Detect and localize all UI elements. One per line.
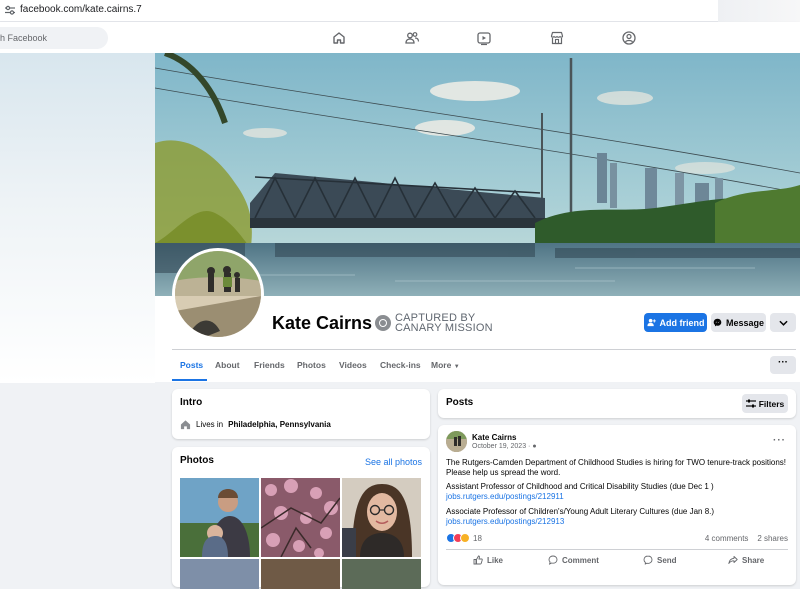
- tab-posts[interactable]: Posts: [180, 360, 203, 370]
- post-text-line: Please help us spread the word.: [446, 468, 561, 477]
- tab-videos[interactable]: Videos: [339, 360, 367, 370]
- watch-icon[interactable]: [476, 30, 492, 46]
- caret-down-icon: ▼: [453, 364, 460, 370]
- house-icon: [180, 420, 191, 430]
- like-button[interactable]: Like: [473, 555, 503, 565]
- comment-button[interactable]: Comment: [548, 555, 599, 565]
- photos-card: Photos See all photos: [172, 447, 430, 589]
- globe-icon: ●: [532, 443, 537, 450]
- photo-thumbnail[interactable]: [261, 559, 340, 589]
- browser-address-bar: facebook.com/kate.cairns.7: [0, 0, 800, 22]
- tab-about[interactable]: About: [215, 360, 240, 370]
- tab-check-ins[interactable]: Check-ins: [380, 360, 421, 370]
- search-input[interactable]: h Facebook: [0, 27, 108, 49]
- active-tab-indicator: [172, 379, 207, 381]
- share-icon: [728, 556, 738, 564]
- url-text[interactable]: facebook.com/kate.cairns.7: [20, 4, 142, 15]
- photo-thumbnail[interactable]: [180, 478, 259, 557]
- tab-photos[interactable]: Photos: [297, 360, 326, 370]
- facebook-top-nav: h Facebook: [0, 22, 800, 53]
- post-link[interactable]: jobs.rutgers.edu/postings/212911: [446, 492, 791, 502]
- cover-photo-image: [155, 53, 800, 296]
- home-icon[interactable]: [331, 30, 347, 46]
- header-divider: [172, 349, 796, 350]
- filters-label: Filters: [758, 398, 785, 409]
- send-label: Send: [657, 555, 677, 565]
- badge-line-2: CANARY MISSION: [395, 322, 493, 334]
- like-label: Like: [487, 555, 504, 565]
- lives-in-city[interactable]: Philadelphia, Pennsylvania: [228, 420, 331, 429]
- photo-thumbnail[interactable]: [342, 478, 421, 557]
- photos-title: Photos: [180, 455, 214, 466]
- photo-thumbnail-image: [180, 478, 259, 557]
- profile-options-button[interactable]: ···: [770, 356, 796, 374]
- tab-more[interactable]: More ▼: [431, 360, 460, 370]
- messenger-icon: [643, 555, 653, 565]
- post-actions-divider: [446, 549, 788, 550]
- cover-photo[interactable]: [155, 53, 800, 296]
- profile-name: Kate Cairns: [272, 313, 373, 333]
- intro-card: Intro Lives in Philadelphia, Pennsylvani…: [172, 389, 430, 439]
- tab-more-label: More: [431, 360, 452, 370]
- add-friend-button[interactable]: Add friend: [644, 313, 707, 332]
- lives-in-row: Lives in Philadelphia, Pennsylvania: [180, 419, 331, 430]
- add-friend-label: Add friend: [659, 317, 705, 328]
- site-settings-icon[interactable]: [4, 4, 16, 16]
- more-dots-icon: ···: [778, 357, 788, 368]
- message-button[interactable]: Message: [711, 313, 766, 332]
- post-options-button[interactable]: ···: [773, 435, 786, 446]
- profile-more-button[interactable]: [770, 313, 796, 332]
- post-author-avatar-image: [446, 431, 467, 452]
- post-date[interactable]: October 19, 2023 · ●: [472, 443, 537, 450]
- photo-thumbnail-image: [261, 478, 340, 557]
- reactions-summary[interactable]: 18: [446, 533, 482, 543]
- marketplace-icon[interactable]: [549, 30, 565, 46]
- post-author-name[interactable]: Kate Cairns: [472, 433, 516, 442]
- thumbs-up-icon: [473, 555, 483, 565]
- photo-thumbnail[interactable]: [342, 559, 421, 589]
- photo-thumbnail[interactable]: [180, 559, 259, 589]
- filter-icon: [745, 399, 756, 408]
- post-text-line: The Rutgers-Camden Department of Childho…: [446, 458, 787, 467]
- shares-count[interactable]: 2 shares: [757, 534, 788, 543]
- lives-in-prefix: Lives in: [196, 420, 224, 429]
- photo-thumbnail-image: [342, 478, 421, 557]
- comment-icon: [548, 555, 558, 565]
- wow-reaction-icon: [460, 533, 470, 543]
- posts-title: Posts: [446, 397, 474, 408]
- comment-label: Comment: [562, 555, 599, 565]
- toolbar-area: [718, 0, 800, 22]
- tab-friends[interactable]: Friends: [254, 360, 285, 370]
- post-card: Kate Cairns October 19, 2023 · ● ··· The…: [438, 425, 796, 585]
- add-person-icon: [646, 318, 656, 327]
- chevron-down-icon: [778, 320, 788, 326]
- post-link[interactable]: jobs.rutgers.edu/postings/212913: [446, 517, 791, 527]
- see-all-photos-link[interactable]: See all photos: [365, 457, 422, 467]
- post-author-avatar[interactable]: [446, 431, 467, 452]
- send-button[interactable]: Send: [643, 555, 677, 565]
- post-text-line: Associate Professor of Children's/Young …: [446, 507, 715, 516]
- engagement-counts: 4 comments 2 shares: [705, 534, 788, 543]
- filters-button[interactable]: Filters: [742, 394, 788, 413]
- profile-avatar-image: [175, 251, 261, 337]
- profile-avatar[interactable]: [172, 248, 264, 340]
- messenger-icon: [713, 318, 722, 327]
- post-date-text: October 19, 2023 ·: [472, 443, 531, 450]
- comments-count[interactable]: 4 comments: [705, 534, 749, 543]
- clock-icon: [375, 315, 391, 331]
- share-button[interactable]: Share: [728, 555, 764, 565]
- intro-title: Intro: [180, 397, 203, 408]
- friends-icon[interactable]: [404, 30, 420, 46]
- reaction-count: 18: [473, 533, 482, 543]
- post-text-line: Assistant Professor of Childhood and Cri…: [446, 482, 714, 491]
- photo-thumbnail[interactable]: [261, 478, 340, 557]
- message-label: Message: [725, 317, 765, 328]
- profile-backdrop: [0, 53, 155, 383]
- groups-icon[interactable]: [621, 30, 637, 46]
- share-label: Share: [742, 555, 765, 565]
